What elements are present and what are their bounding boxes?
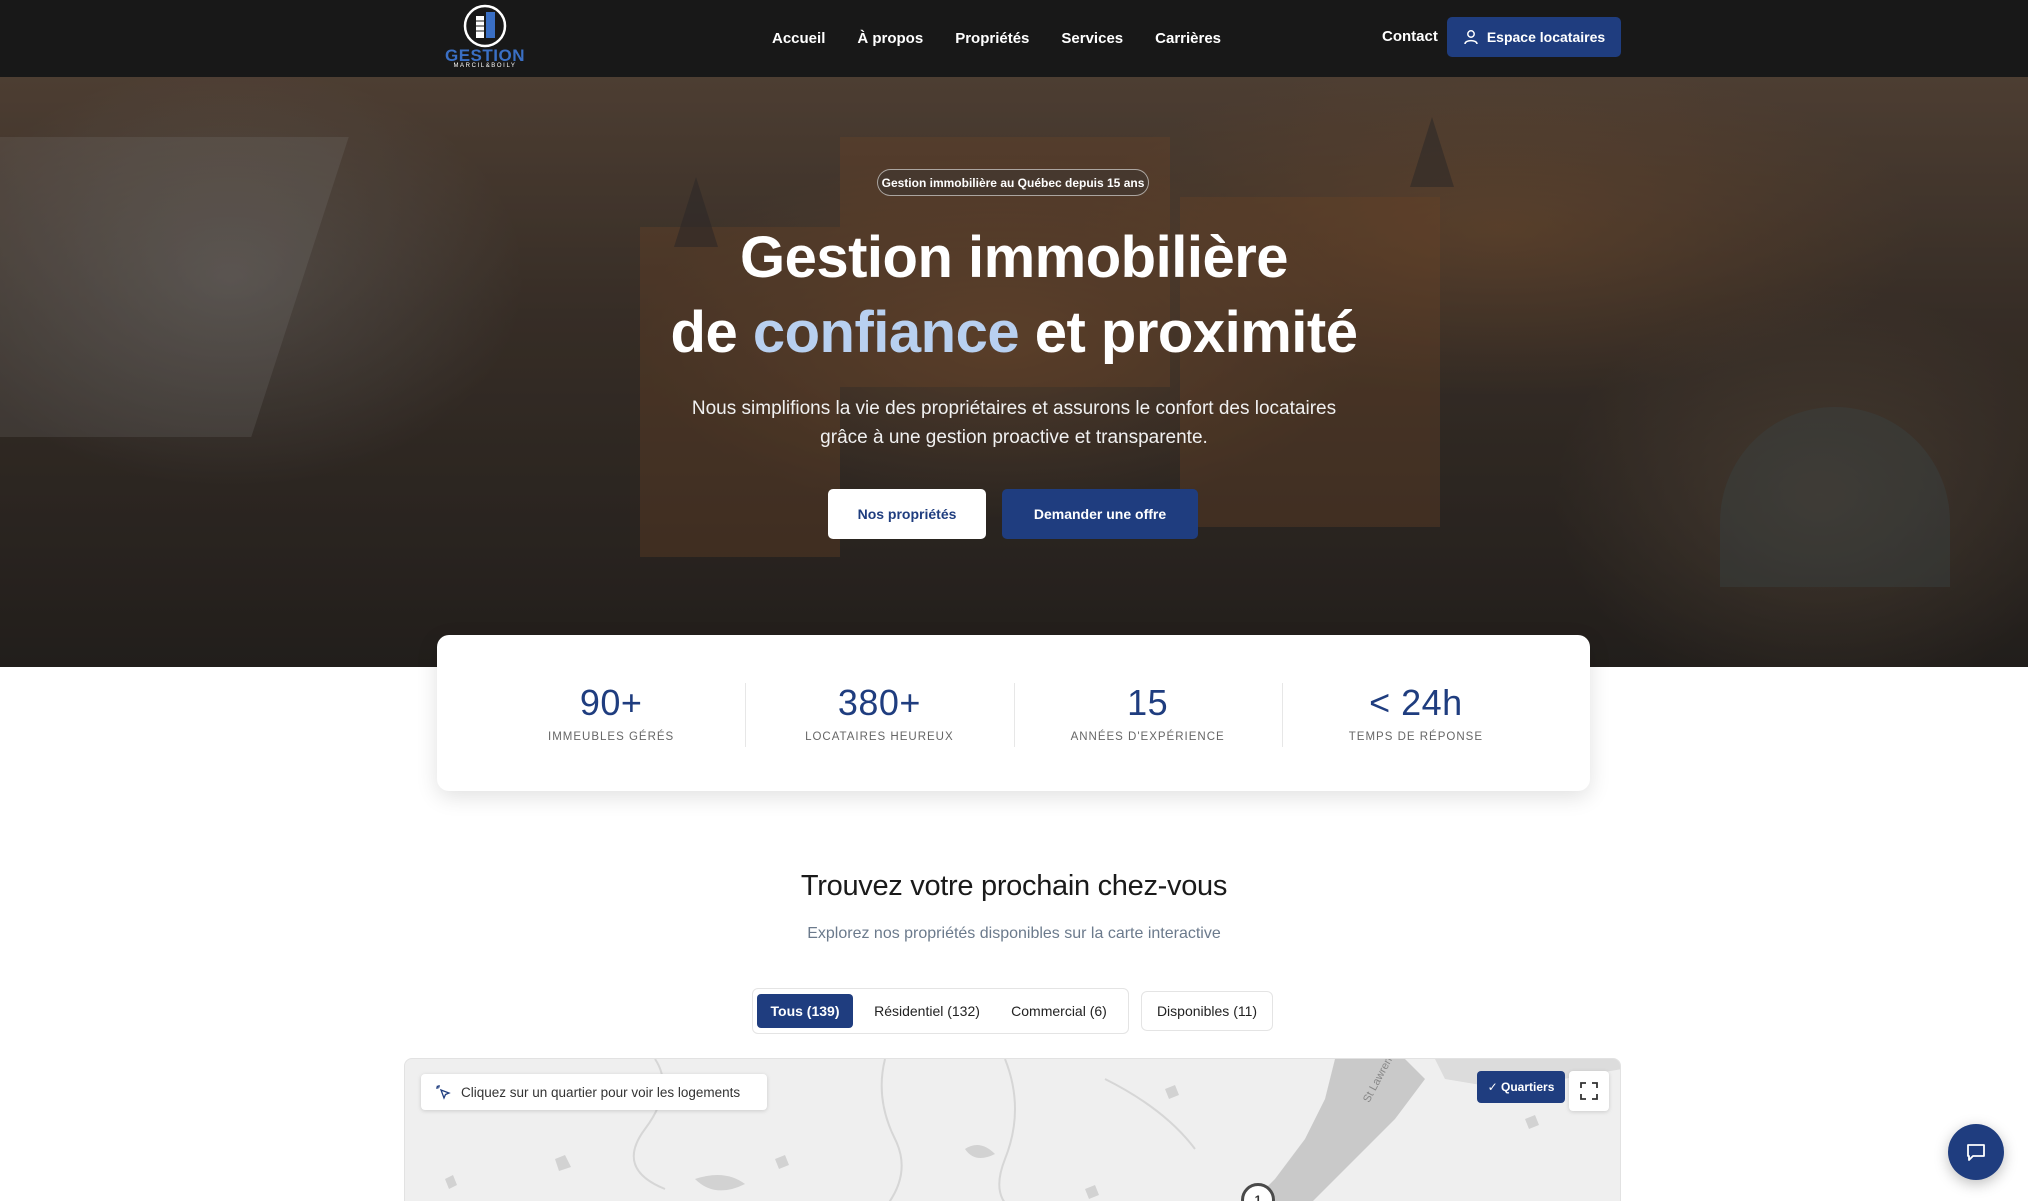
stat-experience: 15 ANNÉES D'EXPÉRIENCE (1013, 682, 1282, 747)
stat-value: 380+ (837, 682, 921, 723)
interactive-map[interactable]: St Lawrence Riv Cliquez sur un quartier … (404, 1058, 1621, 1201)
site-logo[interactable]: GESTION MARCIL&BOILY (443, 4, 527, 72)
top-navbar: GESTION MARCIL&BOILY Accueil À propos Pr… (0, 0, 2028, 77)
nav-link-a-propos[interactable]: À propos (857, 30, 923, 47)
filter-tab-residential[interactable]: Résidentiel (132) (861, 994, 993, 1028)
hero-title-line1: Gestion immobilière (739, 225, 1289, 290)
stat-label: TEMPS DE RÉPONSE (1348, 731, 1483, 743)
listings-title: Trouvez votre prochain chez-vous (800, 870, 1228, 902)
hero-title-accent: confiance (752, 300, 1020, 365)
nav-link-services[interactable]: Services (1061, 30, 1123, 47)
chat-widget-button[interactable] (1948, 1124, 2004, 1180)
pointer-click-icon (436, 1085, 451, 1100)
hero-title: Gestion immobilière de confiance et prox… (514, 220, 1514, 370)
map-hint-text: Cliquez sur un quartier pour voir les lo… (461, 1084, 741, 1100)
hero-badge: Gestion immobilière au Québec depuis 15 … (877, 169, 1149, 196)
filter-available[interactable]: Disponibles (11) (1141, 991, 1273, 1031)
hero-overlay (0, 77, 2028, 667)
hero-title-line2-prefix: de (670, 300, 753, 365)
tenant-portal-label: Espace locataires (1486, 29, 1606, 45)
stat-tenants: 380+ LOCATAIRES HEUREUX (745, 682, 1013, 747)
stat-label: ANNÉES D'EXPÉRIENCE (1070, 731, 1225, 743)
filter-tab-all[interactable]: Tous (139) (757, 994, 853, 1028)
hero-section (0, 77, 2028, 667)
our-properties-button[interactable]: Nos propriétés (828, 489, 986, 539)
stat-buildings: 90+ IMMEUBLES GÉRÉS (477, 682, 745, 744)
logo-subtext: MARCIL&BOILY (453, 63, 517, 69)
hero-subtitle: Nous simplifions la vie des propriétaire… (614, 394, 1414, 452)
stat-label: LOCATAIRES HEUREUX (805, 731, 954, 743)
nav-link-contact[interactable]: Contact (1382, 28, 1438, 45)
stat-value: < 24h (1369, 682, 1463, 723)
filter-tab-commercial[interactable]: Commercial (6) (999, 994, 1119, 1028)
stats-card: 90+ IMMEUBLES GÉRÉS 380+ LOCATAIRES HEUR… (437, 635, 1590, 791)
stat-label: IMMEUBLES GÉRÉS (548, 731, 675, 743)
nav-link-accueil[interactable]: Accueil (772, 30, 825, 47)
hero-title-line2-suffix: et proximité (1019, 300, 1358, 365)
request-offer-button[interactable]: Demander une offre (1002, 489, 1198, 539)
logo-building-icon (463, 4, 507, 48)
hero-subtitle-line1: Nous simplifions la vie des propriétaire… (691, 398, 1337, 419)
stat-response-time: < 24h TEMPS DE RÉPONSE (1281, 682, 1550, 747)
chat-bubble-icon (1967, 1144, 1985, 1161)
main-navigation: Accueil À propos Propriétés Services Car… (772, 0, 1221, 77)
nav-link-carrieres[interactable]: Carrières (1155, 30, 1221, 47)
nav-link-proprietes[interactable]: Propriétés (955, 30, 1029, 47)
stat-value: 90+ (579, 682, 643, 723)
map-hint-banner: Cliquez sur un quartier pour voir les lo… (421, 1074, 767, 1110)
property-type-filter-group: Tous (139) Résidentiel (132) Commercial … (752, 988, 1129, 1034)
tenant-portal-button[interactable]: Espace locataires (1447, 17, 1621, 57)
neighborhoods-toggle-button[interactable]: ✓ Quartiers (1477, 1071, 1565, 1103)
hero-subtitle-line2: grâce à une gestion proactive et transpa… (820, 427, 1208, 448)
listings-subtitle: Explorez nos propriétés disponibles sur … (807, 925, 1221, 942)
stat-value: 15 (1127, 682, 1169, 723)
user-icon (1464, 30, 1478, 45)
fullscreen-button[interactable] (1569, 1071, 1609, 1111)
fullscreen-icon (1580, 1082, 1598, 1100)
